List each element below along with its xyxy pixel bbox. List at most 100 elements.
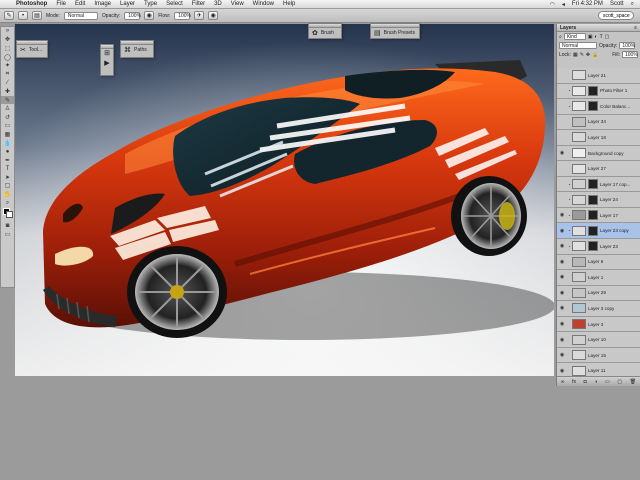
layer-thumbnail[interactable] — [572, 350, 586, 361]
fx-icon[interactable]: fx — [572, 379, 576, 385]
layer-thumbnail[interactable] — [572, 116, 586, 127]
background-color-swatch[interactable] — [6, 211, 13, 219]
layer-row[interactable]: Layer 21 — [557, 68, 640, 84]
kind-filter-select[interactable]: Kind — [563, 33, 586, 40]
layer-row[interactable]: ∘ Layer 24 — [557, 192, 640, 208]
filter-adjust-icon[interactable]: ◐ — [595, 34, 598, 40]
eye-icon[interactable]: ◉ — [557, 337, 567, 343]
layer-thumbnail[interactable] — [572, 334, 586, 345]
move-tool-icon[interactable]: ✥ — [1, 36, 14, 45]
layer-row[interactable]: ◉ Layer 29 — [557, 285, 640, 302]
healing-brush-tool-icon[interactable]: ✚ — [1, 87, 14, 96]
layer-mask-thumbnail[interactable] — [588, 241, 598, 252]
document-canvas[interactable] — [15, 24, 554, 376]
layer-mask-thumbnail[interactable] — [588, 179, 598, 190]
layer-row[interactable]: Layer 18 — [557, 130, 640, 146]
hand-tool-icon[interactable]: ✋ — [1, 190, 14, 199]
eye-icon[interactable]: ◉ — [557, 150, 567, 156]
layer-thumbnail[interactable] — [572, 256, 586, 267]
opacity-field[interactable]: 100% — [124, 11, 141, 20]
layer-thumbnail[interactable] — [572, 272, 586, 283]
dodge-tool-icon[interactable]: ● — [1, 147, 14, 156]
layer-name[interactable]: Layer 1 — [588, 275, 603, 280]
layer-name[interactable]: Layer 27 — [588, 166, 606, 171]
layer-name[interactable]: Layer 21 — [588, 73, 606, 78]
layer-name[interactable]: Layer 3 copy — [588, 306, 614, 311]
eye-icon[interactable]: ◉ — [557, 228, 567, 234]
layer-name[interactable]: Color Balanc... — [600, 104, 630, 109]
tool-presets-panel[interactable]: ✂ Tool... — [16, 40, 48, 58]
layer-thumbnail[interactable] — [572, 132, 586, 143]
lock-paint-icon[interactable]: ✎ — [580, 52, 584, 58]
user-name[interactable]: Scott — [610, 1, 624, 7]
brush-tool-preset-icon[interactable]: ✎ — [4, 11, 14, 20]
flow-field[interactable]: 100% — [174, 11, 191, 20]
layer-name[interactable]: Photo Filter 1 — [600, 88, 627, 93]
collapse-toolbox-icon[interactable]: » — [1, 27, 14, 36]
layer-name[interactable]: Layer 29 — [588, 290, 606, 295]
menu-file[interactable]: File — [56, 1, 66, 7]
clone-stamp-tool-icon[interactable]: ♙ — [1, 104, 14, 113]
eye-icon[interactable]: ◉ — [557, 243, 567, 249]
menu-select[interactable]: Select — [166, 1, 183, 7]
layer-row[interactable]: ◉ Background copy — [557, 145, 640, 162]
brush-panel[interactable]: ✿ Brush — [308, 23, 342, 39]
tab-layers[interactable]: Layers — [560, 25, 576, 31]
layer-name[interactable]: Layer 17 — [600, 213, 618, 218]
new-layer-icon[interactable]: ▢ — [617, 379, 622, 385]
airbrush-icon[interactable]: ✈ — [194, 11, 205, 20]
eraser-tool-icon[interactable]: ▭ — [1, 122, 14, 131]
wifi-icon[interactable]: ◠ — [550, 1, 555, 8]
play-icon[interactable]: ▶ — [101, 59, 113, 69]
layer-thumbnail[interactable] — [572, 179, 586, 190]
eye-icon[interactable]: ◉ — [557, 290, 567, 296]
layer-thumbnail[interactable] — [572, 225, 586, 236]
workspace-switcher[interactable] — [598, 11, 634, 20]
add-mask-icon[interactable]: ◘ — [584, 379, 587, 385]
pressure-size-icon[interactable]: ◉ — [208, 11, 219, 20]
clock[interactable]: Fri 4:32 PM — [572, 1, 603, 7]
layer-thumbnail[interactable] — [572, 365, 586, 376]
layers-list[interactable]: Layer 21 ∘ Photo Filter 1 ∘ Color Balanc... L… — [557, 68, 640, 379]
menu-filter[interactable]: Filter — [192, 1, 205, 7]
panel-menu-icon[interactable]: ≡ — [634, 25, 640, 31]
layer-row[interactable]: ◉ Layer 15 — [557, 347, 640, 364]
eye-icon[interactable]: ◉ — [557, 321, 567, 327]
blend-mode-select[interactable]: Normal — [559, 42, 597, 49]
quick-select-tool-icon[interactable]: ✦ — [1, 61, 14, 70]
layer-mask-thumbnail[interactable] — [588, 85, 598, 96]
layer-row[interactable]: ◉ Layer 1 — [557, 270, 640, 286]
volume-icon[interactable]: ◂ — [562, 1, 565, 8]
eye-icon[interactable]: ◉ — [557, 274, 567, 280]
filter-pixel-icon[interactable]: ▣ — [588, 34, 593, 40]
pressure-opacity-icon[interactable]: ◉ — [144, 11, 155, 20]
layer-row[interactable]: ◉ ∘ Layer 23 copy — [557, 223, 640, 240]
brush-presets-panel[interactable]: ▤ Brush Presets — [370, 23, 420, 39]
menu-3d[interactable]: 3D — [214, 1, 222, 7]
link-layers-icon[interactable]: ∞ — [561, 379, 565, 385]
menu-layer[interactable]: Layer — [120, 1, 135, 7]
layer-mask-thumbnail[interactable] — [588, 210, 598, 221]
eye-icon[interactable]: ◉ — [557, 352, 567, 358]
type-tool-icon[interactable]: T — [1, 165, 14, 174]
lock-all-icon[interactable]: 🔒 — [592, 52, 598, 58]
menu-help[interactable]: Help — [283, 1, 295, 7]
layer-name[interactable]: Layer 6 — [588, 259, 603, 264]
pen-tool-icon[interactable]: ✒ — [1, 156, 14, 165]
crop-tool-icon[interactable]: ⌗ — [1, 70, 14, 79]
layer-row[interactable]: ∘ Layer 17 cop... — [557, 176, 640, 193]
layer-thumbnail[interactable] — [572, 287, 586, 298]
search-icon[interactable]: ⌕ — [631, 1, 634, 8]
filter-shape-icon[interactable]: ▢ — [605, 34, 610, 40]
layer-name[interactable]: Layer 23 copy — [600, 228, 629, 233]
layer-name[interactable]: Background copy — [588, 151, 624, 156]
marquee-tool-icon[interactable]: ⬚ — [1, 44, 14, 53]
blur-tool-icon[interactable]: 💧 — [1, 139, 14, 148]
layer-row[interactable]: ◉ Layer 10 — [557, 332, 640, 348]
adjustment-layer-icon[interactable]: ◑ — [594, 379, 597, 385]
actions-mini-panel[interactable]: ⊞ ▶ — [100, 44, 114, 76]
eye-icon[interactable]: ◉ — [557, 259, 567, 265]
layer-thumbnail[interactable] — [572, 241, 586, 252]
layer-mask-thumbnail[interactable] — [588, 101, 598, 112]
layer-thumbnail[interactable] — [572, 210, 586, 221]
